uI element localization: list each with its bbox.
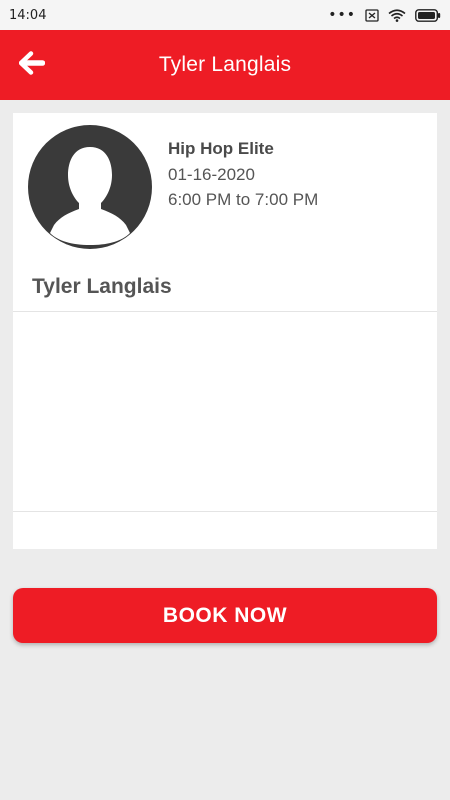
- battery-icon: [415, 8, 441, 22]
- page-title: Tyler Langlais: [158, 53, 292, 76]
- wifi-icon: [388, 8, 406, 22]
- avatar: [28, 125, 152, 249]
- status-bar: 14:04 •••: [0, 0, 450, 30]
- class-description: [13, 312, 437, 511]
- class-name: Hip Hop Elite: [168, 139, 274, 158]
- status-time: 14:04: [9, 7, 47, 23]
- book-now-button[interactable]: BOOK NOW: [13, 588, 437, 643]
- status-icons: •••: [328, 8, 441, 22]
- class-card: Hip Hop Elite 01-16-2020 6:00 PM to 7:00…: [13, 113, 437, 549]
- sim-off-icon: [365, 8, 379, 22]
- instructor-name: Tyler Langlais: [32, 275, 172, 298]
- class-date: 01-16-2020: [168, 165, 255, 184]
- person-silhouette-icon: [29, 126, 151, 248]
- class-time: 6:00 PM to 7:00 PM: [168, 190, 319, 209]
- arrow-left-icon: [19, 51, 45, 75]
- back-button[interactable]: [18, 49, 46, 77]
- divider: [13, 511, 437, 512]
- more-dots-icon: •••: [328, 7, 356, 23]
- app-bar: Tyler Langlais: [0, 30, 450, 100]
- class-info: Hip Hop Elite 01-16-2020 6:00 PM to 7:00…: [168, 139, 318, 215]
